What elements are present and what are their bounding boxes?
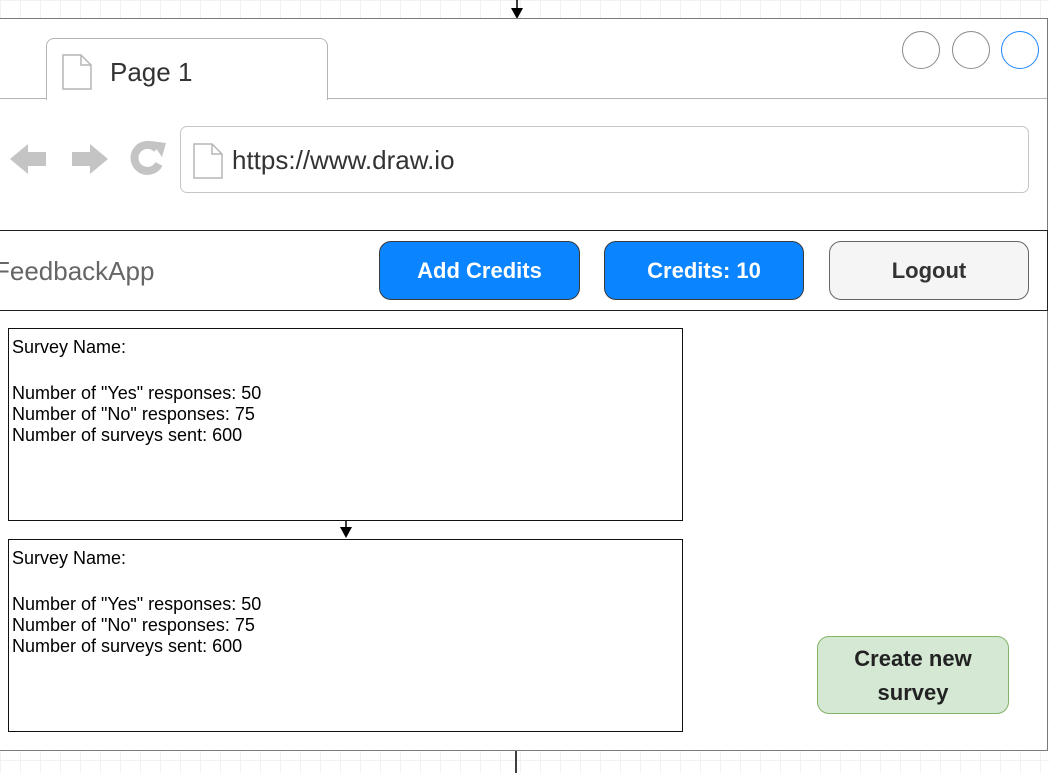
credits-label: Credits: 10 [647, 257, 761, 283]
bottom-connector-line [515, 751, 517, 773]
reload-icon[interactable] [128, 139, 168, 179]
add-credits-label: Add Credits [417, 257, 542, 283]
no-responses-text: Number of "No" responses: 75 [12, 404, 255, 424]
survey-name-label: Survey Name: [12, 337, 127, 357]
card-connector-arrow [340, 521, 352, 538]
window-close-button[interactable] [1001, 31, 1039, 69]
tab-strip-divider [0, 98, 48, 99]
forward-arrow-icon[interactable] [70, 141, 110, 177]
window-minimize-button[interactable] [902, 31, 940, 69]
tab-label: Page 1 [110, 57, 193, 87]
create-new-survey-button[interactable]: Create new survey [817, 636, 1009, 714]
no-responses-text: Number of "No" responses: 75 [12, 615, 255, 635]
survey-card: Survey Name: Number of "Yes" responses: … [8, 539, 683, 732]
create-new-survey-label: Create new survey [854, 646, 972, 705]
survey-card: Survey Name: Number of "Yes" responses: … [8, 328, 683, 521]
survey-name-label: Survey Name: [12, 548, 127, 568]
add-credits-button[interactable]: Add Credits [379, 241, 580, 300]
logout-button[interactable]: Logout [829, 241, 1029, 300]
brand-logo[interactable]: FeedbackApp [0, 254, 154, 288]
surveys-sent-text: Number of surveys sent: 600 [12, 425, 243, 445]
window-maximize-button[interactable] [952, 31, 990, 69]
yes-responses-text: Number of "Yes" responses: 50 [12, 383, 262, 403]
yes-responses-text: Number of "Yes" responses: 50 [12, 594, 262, 614]
page-icon [193, 143, 223, 179]
back-arrow-icon[interactable] [8, 141, 48, 177]
top-connector-arrow [511, 0, 523, 19]
url-text: https://www.draw.io [232, 145, 455, 175]
logout-label: Logout [891, 257, 967, 283]
tab-strip-divider [326, 98, 1047, 99]
surveys-sent-text: Number of surveys sent: 600 [12, 636, 243, 656]
page-icon [62, 54, 92, 90]
credits-button[interactable]: Credits: 10 [604, 241, 804, 300]
